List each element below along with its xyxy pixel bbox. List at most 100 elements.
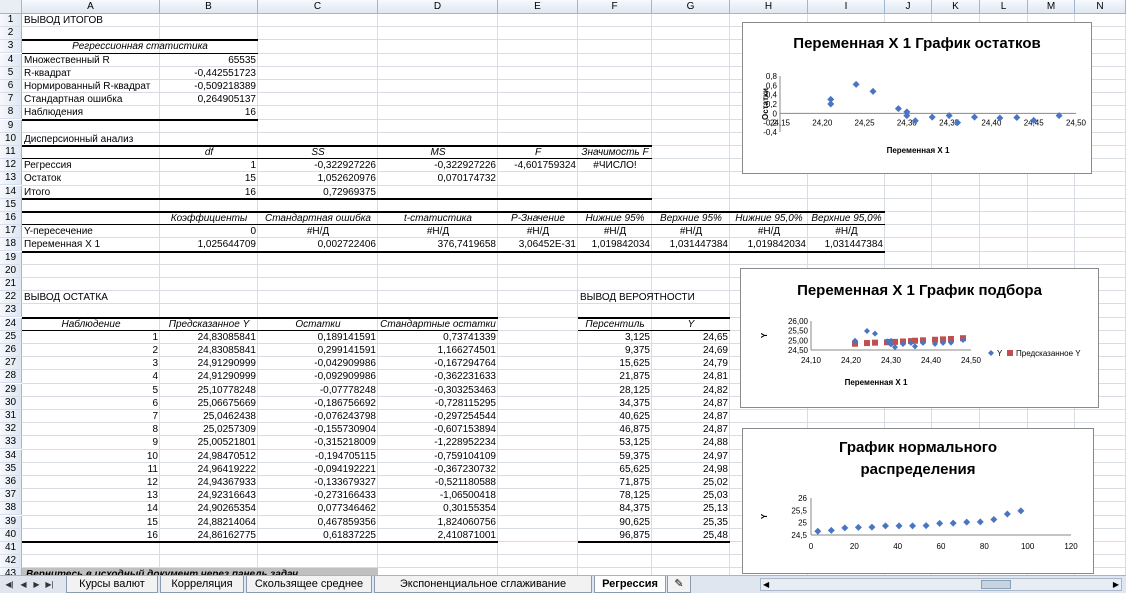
table-row-cell[interactable]: 0,077346462 (258, 502, 378, 515)
row-header[interactable]: 30 (0, 396, 22, 410)
cell-b11[interactable]: df (160, 146, 258, 159)
cell-a24[interactable]: Наблюдение (22, 318, 160, 331)
sheet-tab[interactable]: Экспоненциальное сглаживание (374, 576, 592, 593)
table-row-cell[interactable]: 1,824060756 (378, 516, 498, 529)
cell-i18[interactable]: 1,031447384 (808, 238, 885, 251)
table-row-cell[interactable]: -0,194705115 (258, 450, 378, 463)
row-header[interactable]: 17 (0, 225, 22, 239)
cell-a12[interactable]: Регрессия (22, 159, 160, 172)
cell-d16[interactable]: t-статистика (378, 212, 498, 225)
table-row-cell[interactable]: 2,410871001 (378, 529, 498, 542)
cell-f12[interactable]: #ЧИСЛО! (578, 159, 652, 172)
table-row-cell[interactable]: 9 (22, 436, 160, 449)
table-row-cell[interactable]: 40,625 (578, 410, 652, 423)
table-row-cell[interactable]: -0,094192221 (258, 463, 378, 476)
table-row-cell[interactable]: -0,759104109 (378, 450, 498, 463)
row-header[interactable]: 39 (0, 515, 22, 529)
cell-a6[interactable]: Нормированный R-квадрат (22, 80, 160, 93)
column-header-f[interactable]: F (578, 0, 652, 14)
row-header[interactable]: 43 (0, 568, 22, 575)
cell-d11[interactable]: MS (378, 146, 498, 159)
table-row-cell[interactable]: 10 (22, 450, 160, 463)
row-header[interactable]: 31 (0, 410, 22, 423)
row-header[interactable]: 19 (0, 251, 22, 265)
cell-c24[interactable]: Остатки (258, 318, 378, 331)
table-row-cell[interactable]: -0,362231633 (378, 370, 498, 383)
table-row-cell[interactable]: -0,315218009 (258, 436, 378, 449)
table-row-cell[interactable]: -0,155730904 (258, 423, 378, 436)
cell-a5[interactable]: R-квадрат (22, 67, 160, 80)
normal-chart[interactable]: График нормального распределения 26 25,5 2… (742, 428, 1094, 574)
row-header[interactable]: 3 (0, 40, 22, 54)
cell-b18[interactable]: 1,025644709 (160, 238, 258, 251)
row-header[interactable]: 18 (0, 238, 22, 252)
column-header-b[interactable]: B (160, 0, 258, 14)
row-header[interactable]: 41 (0, 542, 22, 555)
row-header[interactable]: 1 (0, 14, 22, 27)
cell-a7[interactable]: Стандартная ошибка (22, 93, 160, 106)
row-header[interactable]: 28 (0, 370, 22, 384)
table-row-cell[interactable]: 24,79 (652, 357, 730, 370)
cell-b12[interactable]: 1 (160, 159, 258, 172)
table-row-cell[interactable]: 8 (22, 423, 160, 436)
row-header[interactable]: 5 (0, 66, 22, 80)
cell-e12[interactable]: -4,601759324 (498, 159, 578, 172)
column-header-l[interactable]: L (980, 0, 1028, 14)
sheet-tab[interactable]: Курсы валют (66, 576, 158, 593)
table-row-cell[interactable]: 5 (22, 384, 160, 397)
cell-g24[interactable]: Y (652, 318, 730, 331)
row-header[interactable]: 20 (0, 264, 22, 278)
row-header[interactable]: 40 (0, 528, 22, 542)
cell-a3[interactable]: Регрессионная статистика (22, 40, 258, 53)
row-header[interactable]: 12 (0, 159, 22, 173)
column-header-d[interactable]: D (378, 0, 498, 14)
cell-c17[interactable]: #Н/Д (258, 225, 378, 238)
row-header[interactable]: 23 (0, 304, 22, 318)
table-row-cell[interactable]: -0,133679327 (258, 476, 378, 489)
cell-a13[interactable]: Остаток (22, 172, 160, 185)
row-header[interactable]: 6 (0, 80, 22, 93)
table-row-cell[interactable]: 25,03 (652, 489, 730, 502)
table-row-cell[interactable]: 24,88 (652, 436, 730, 449)
table-row-cell[interactable]: 12 (22, 476, 160, 489)
cell-c14[interactable]: 0,72969375 (258, 186, 378, 199)
cell-a18[interactable]: Переменная X 1 (22, 238, 160, 251)
row-header[interactable]: 32 (0, 423, 22, 437)
table-row-cell[interactable]: 0,299141591 (258, 344, 378, 357)
row-header[interactable]: 21 (0, 278, 22, 291)
cell-d12[interactable]: -0,322927226 (378, 159, 498, 172)
prev-sheet-icon[interactable]: ◀ (18, 578, 29, 591)
row-header[interactable]: 33 (0, 436, 22, 450)
sheet-tab[interactable]: Скользящее среднее (246, 576, 372, 593)
cell-a14[interactable]: Итого (22, 186, 160, 199)
row-header[interactable]: 26 (0, 344, 22, 357)
table-row-cell[interactable]: 24,82 (652, 384, 730, 397)
cell-c18[interactable]: 0,002722406 (258, 238, 378, 251)
table-row-cell[interactable]: 24,65 (652, 331, 730, 344)
column-header-c[interactable]: C (258, 0, 378, 14)
table-row-cell[interactable]: -0,042909986 (258, 357, 378, 370)
row-header[interactable]: 29 (0, 383, 22, 397)
table-row-cell[interactable]: 24,87 (652, 397, 730, 410)
column-header-e[interactable]: E (498, 0, 578, 14)
column-header-a[interactable]: A (22, 0, 160, 14)
table-row-cell[interactable]: 96,875 (578, 529, 652, 542)
table-row-cell[interactable]: 24,96419222 (160, 463, 258, 476)
table-row-cell[interactable]: -0,076243798 (258, 410, 378, 423)
table-row-cell[interactable]: -0,521180588 (378, 476, 498, 489)
row-header[interactable]: 35 (0, 462, 22, 476)
table-row-cell[interactable]: 15,625 (578, 357, 652, 370)
cell-h17[interactable]: #Н/Д (730, 225, 808, 238)
row-header[interactable]: 22 (0, 291, 22, 305)
table-row-cell[interactable]: 24,69 (652, 344, 730, 357)
row-header[interactable]: 14 (0, 185, 22, 199)
table-row-cell[interactable]: 25,48 (652, 529, 730, 542)
cell-b17[interactable]: 0 (160, 225, 258, 238)
table-row-cell[interactable]: 15 (22, 516, 160, 529)
table-row-cell[interactable]: 25,0462438 (160, 410, 258, 423)
cell-e11[interactable]: F (498, 146, 578, 159)
first-sheet-icon[interactable]: ◀| (4, 578, 15, 591)
table-row-cell[interactable]: 34,375 (578, 397, 652, 410)
cell-b7[interactable]: 0,264905137 (160, 93, 258, 106)
cell-d24[interactable]: Стандартные остатки (378, 318, 498, 331)
